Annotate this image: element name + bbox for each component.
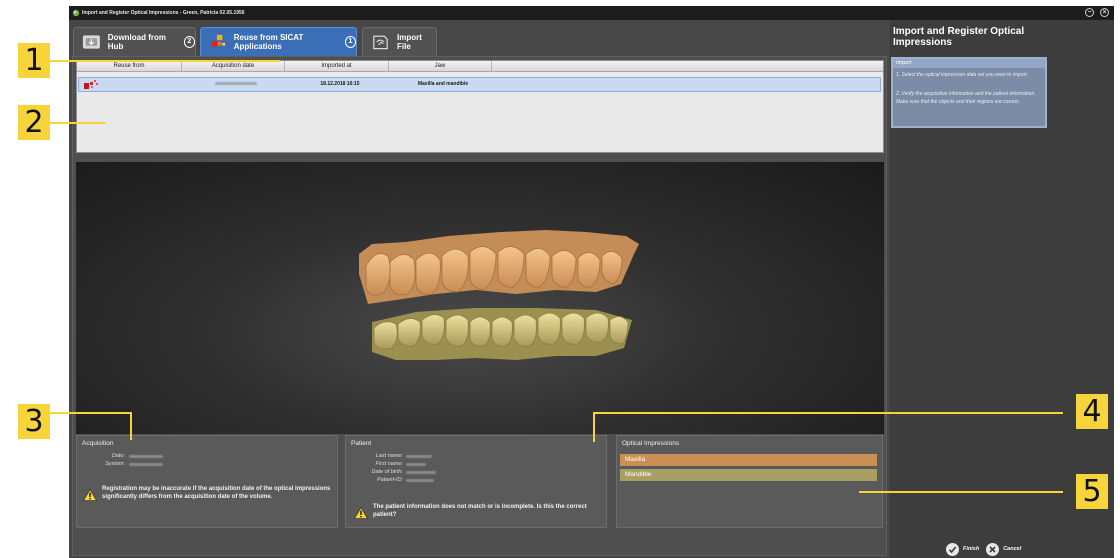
tab-badge: 2 [183,36,195,48]
warning-icon [83,489,97,501]
hint-step-1: 1. Select the optical impression data se… [896,72,1029,78]
import-file-icon [373,35,388,50]
callout-line-4 [593,412,1063,414]
callout-line-3-drop [130,412,132,440]
callout-5: 5 [1076,474,1108,509]
dob-label: Date of birth: [371,469,404,475]
cancel-icon [986,542,1000,556]
tab-content-panel: Reuse from Acquisition date Imported at … [72,56,887,556]
first-name-label: First name: [375,461,403,467]
imported-at-cell: 18.12.2018 16:15 [320,81,360,87]
column-header[interactable]: Imported at [285,61,389,72]
patient-id-label: Patient-ID: [377,477,403,483]
app-icon [72,9,80,17]
jaw-cell: Maxilla and mandible [417,81,469,87]
import-optical-impressions-window: Import and Register Optical Impressions … [69,6,1114,558]
hint-step-2: 2. Verify the acquisition information an… [896,91,1036,105]
dob-value [406,471,436,474]
callout-3: 3 [18,404,50,439]
cancel-label: Cancel [1003,546,1022,552]
hint-box: Import 1. Select the optical impression … [891,57,1047,128]
optical-impressions-panel: Optical Impressions Maxilla Mandible [616,435,883,528]
tab-reuse-from-sicat[interactable]: Reuse from SICAT Applications 1 [200,27,357,56]
title-bar: Import and Register Optical Impressions … [69,6,1114,20]
column-header[interactable]: Acquisition date [182,61,285,72]
callout-2: 2 [18,105,50,140]
cancel-button[interactable]: Cancel [986,542,1022,556]
date-label: Date: [111,453,125,459]
close-icon[interactable]: × [1100,8,1109,17]
window-title: Import and Register Optical Impressions … [82,10,245,16]
tab-badge: 1 [345,36,356,48]
acquisition-date-cell [186,78,286,91]
table-row[interactable]: 18.12.2018 16:15 Maxilla and mandible [78,77,881,92]
finish-label: Finish [963,546,980,552]
dental-model-illustration [359,230,639,360]
callout-4: 4 [1076,394,1108,429]
sicat-apps-icon [211,34,226,47]
patient-title: Patient [351,440,372,447]
system-label: System: [105,461,125,467]
impressions-table: Reuse from Acquisition date Imported at … [76,60,884,153]
tab-import-file[interactable]: Import File [362,27,437,56]
last-name-value [406,455,432,458]
warning-icon [354,507,368,519]
column-header[interactable]: Jaw [389,61,492,72]
column-header[interactable]: Reuse from [77,61,182,72]
hub-download-icon [82,35,100,49]
tab-label: Import File [396,33,422,51]
optical-impressions-title: Optical Impressions [622,440,680,447]
tab-download-from-hub[interactable]: Download from Hub 2 [73,27,196,56]
callout-line-1 [50,60,280,62]
sidebar-heading: Import and Register Optical Impressions [893,26,1025,48]
callout-1: 1 [18,43,50,78]
callout-line-3 [50,412,132,414]
minimize-icon[interactable]: − [1085,8,1094,17]
finish-button[interactable]: Finish [946,542,980,556]
patient-warning: The patient information does not match o… [373,504,587,518]
mandible-row[interactable]: Mandible [620,469,877,481]
patient-panel: Patient Last name: First name: Date of b… [345,435,607,528]
callout-line-2 [50,122,106,124]
acquisition-warning: Registration may be inaccurate if the ac… [102,486,331,500]
sicat-logo-icon [84,80,98,89]
callout-line-5 [859,491,1063,493]
maxilla-row[interactable]: Maxilla [620,454,877,466]
patient-id-value [406,479,434,482]
first-name-value [406,463,426,466]
date-value [129,455,163,458]
tab-label: Reuse from SICAT Applications [233,33,304,51]
check-icon [946,542,959,556]
3d-viewport[interactable] [76,162,884,434]
acquisition-title: Acquisition [82,440,114,447]
action-bar: Finish Cancel [946,541,1028,557]
hint-title: Import [893,59,1045,68]
system-value [129,463,163,466]
callout-line-4-drop [593,412,595,442]
last-name-label: Last name: [375,453,403,459]
table-header: Reuse from Acquisition date Imported at … [77,61,883,72]
acquisition-panel: Acquisition Date: System: Registration m… [76,435,338,528]
tab-label: Download from Hub [107,33,166,51]
